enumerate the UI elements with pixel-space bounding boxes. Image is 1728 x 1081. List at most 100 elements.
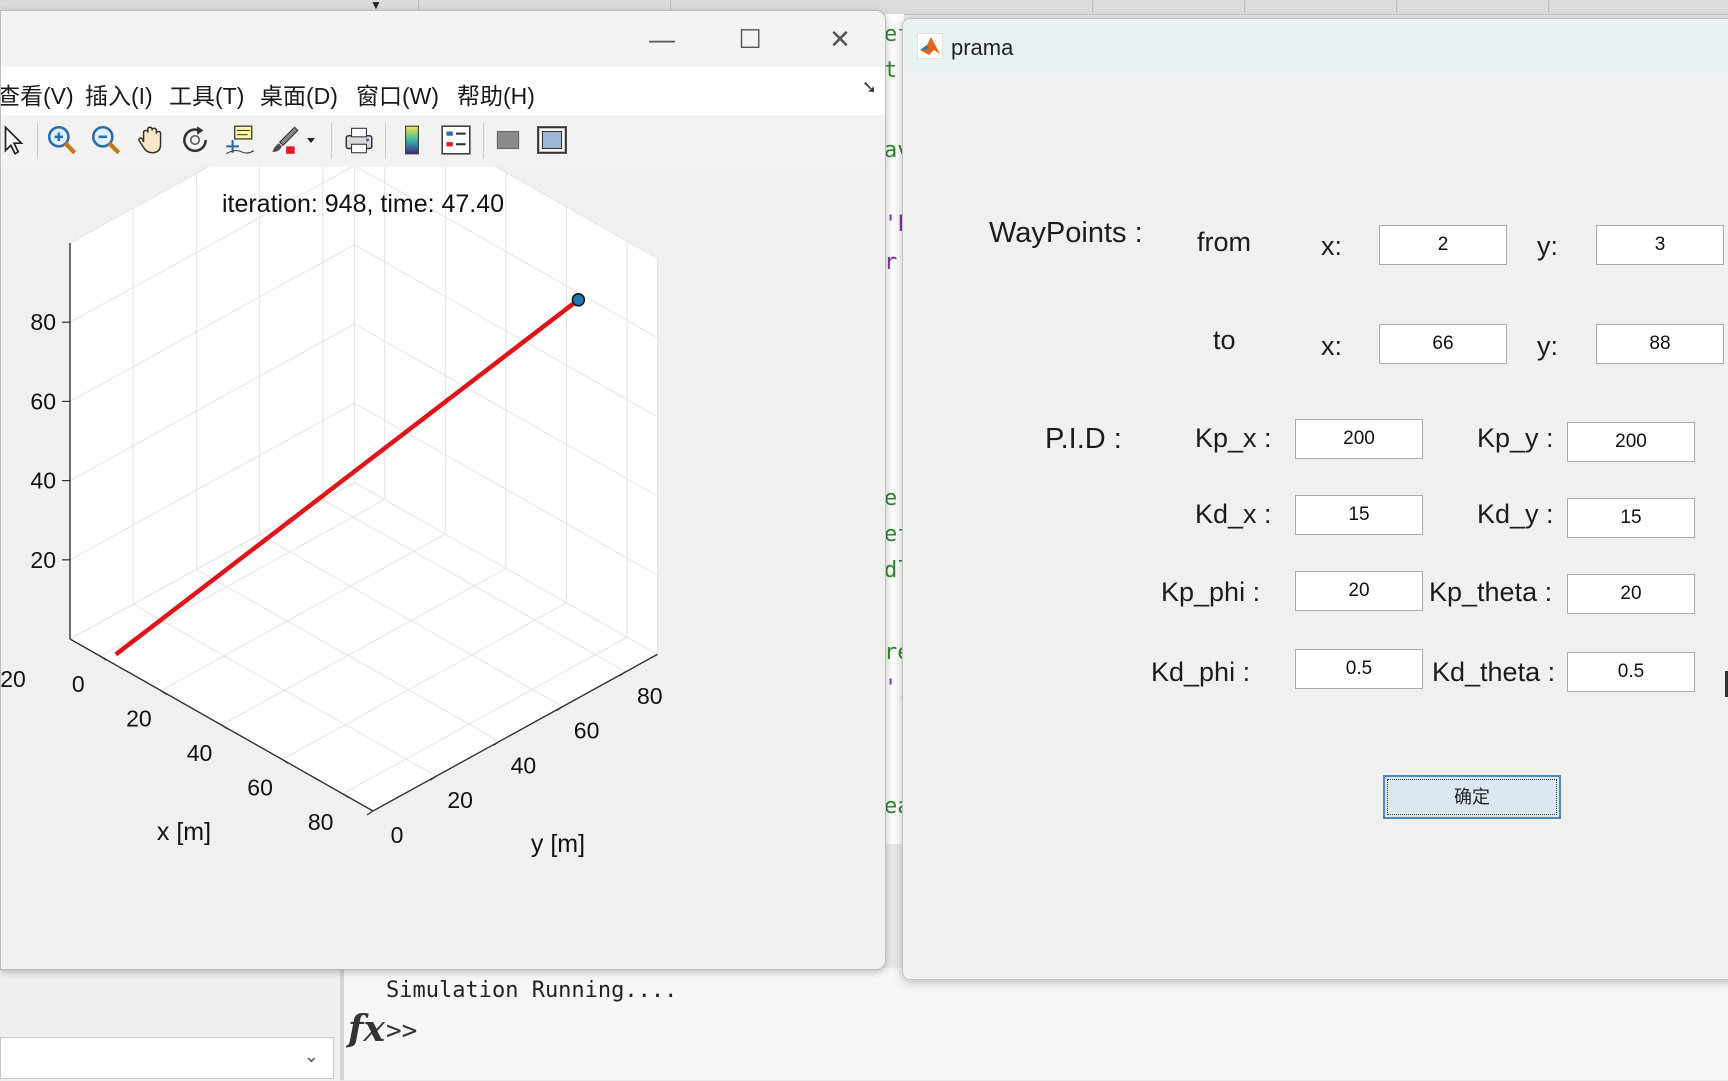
brush-dropdown-icon[interactable]: [303, 121, 319, 159]
kd-y-label: Kd_y :: [1477, 499, 1554, 529]
kp-y-input[interactable]: 200: [1567, 422, 1695, 462]
kp-y-label: Kp_y :: [1477, 423, 1554, 453]
z-tick-label: 40: [30, 468, 56, 494]
code-fragment: av: [884, 138, 904, 163]
from-x-input[interactable]: 2: [1379, 225, 1507, 265]
from-x-label: x:: [1321, 231, 1343, 261]
command-prompt[interactable]: >>: [386, 1016, 417, 1046]
kd-theta-label: Kd_theta :: [1432, 657, 1556, 687]
y-tick-label: 80: [637, 683, 663, 709]
waypoints-label: WayPoints :: [989, 217, 1143, 249]
from-y-label: y:: [1537, 231, 1559, 261]
y-tick-label: 60: [574, 718, 600, 744]
legend-icon[interactable]: [437, 121, 475, 159]
matlab-logo-icon: [917, 33, 943, 59]
from-y-input[interactable]: 3: [1596, 225, 1724, 265]
pid-label: P.I.D :: [1045, 423, 1122, 455]
y-tick-label: 20: [447, 787, 473, 813]
figure-toolbar: [1, 115, 885, 168]
data-cursor-icon[interactable]: [220, 121, 258, 159]
x-axis-label: x [m]: [157, 818, 211, 846]
kp-theta-label: Kp_theta :: [1429, 577, 1553, 607]
print-icon[interactable]: [340, 121, 378, 159]
code-fragment: ',: [884, 676, 904, 701]
x-tick-label: 20: [126, 706, 152, 732]
from-label: from: [1197, 227, 1251, 257]
dialog-title: prama: [951, 35, 1014, 60]
desktop-tab[interactable]: [1094, 0, 1245, 12]
minimize-icon[interactable]: —: [637, 21, 687, 57]
zoom-in-icon[interactable]: [43, 121, 81, 159]
toolbar-separator: [37, 123, 38, 159]
pan-icon[interactable]: [132, 121, 170, 159]
code-fragment: 'F: [884, 212, 904, 237]
toolbar-separator: [385, 123, 386, 159]
x-tick-label: 40: [187, 740, 213, 766]
workspace-selector[interactable]: ⌄: [0, 1037, 334, 1079]
code-fragment: ea: [884, 794, 904, 819]
menu-tools[interactable]: 工具(T): [169, 77, 244, 111]
kp-phi-label: Kp_phi :: [1161, 577, 1261, 607]
menu-desktop[interactable]: 桌面(D): [260, 77, 338, 111]
code-fragment: dl: [884, 558, 904, 583]
x-tick-label: 60: [247, 774, 273, 800]
to-y-input[interactable]: 88: [1596, 324, 1724, 364]
desktop-tab[interactable]: [1246, 0, 1397, 12]
desktop-tab[interactable]: [1550, 0, 1728, 12]
kd-y-input[interactable]: 15: [1567, 498, 1695, 538]
desktop-tab[interactable]: [1398, 0, 1549, 12]
confirm-button[interactable]: 确定: [1383, 775, 1561, 819]
dock-icon[interactable]: ➘: [862, 77, 877, 98]
3d-plot[interactable]: 0 20 40 60 80 20 0 20 40 60 80 20 40 60 80 iteration: …: [1, 85, 885, 969]
kp-theta-input[interactable]: 20: [1567, 574, 1695, 614]
to-label: to: [1213, 325, 1236, 355]
plot-area: 0 20 40 60 80 20 0 20 40 60 80 20 40 60 80 iteration: …: [1, 85, 885, 969]
rotate-3d-icon[interactable]: [176, 121, 214, 159]
z-tick-label: 60: [30, 388, 56, 414]
close-icon[interactable]: ✕: [815, 21, 865, 57]
chart-title: iteration: 948, time: 47.40: [222, 190, 504, 218]
colorbar-icon[interactable]: [393, 121, 431, 159]
menu-insert[interactable]: 插入(I): [85, 77, 153, 111]
kp-phi-input[interactable]: 20: [1295, 571, 1423, 611]
vehicle-marker: [571, 293, 586, 307]
kd-theta-input[interactable]: 0.5: [1567, 652, 1695, 692]
menu-window[interactable]: 窗口(W): [356, 77, 439, 111]
figure-window: — ☐ ✕ 查看(V) 插入(I) 工具(T) 桌面(D) 窗口(W) 帮助(H…: [0, 10, 886, 970]
code-fragment: ef: [884, 522, 904, 547]
prama-titlebar[interactable]: prama: [903, 19, 1728, 75]
hide-plot-tools-icon[interactable]: [489, 121, 527, 159]
kd-phi-input[interactable]: 0.5: [1295, 649, 1423, 689]
chevron-down-icon[interactable]: ⌄: [304, 1046, 319, 1067]
toolbar-separator: [483, 123, 484, 159]
code-fragment: re: [884, 640, 904, 665]
show-plot-tools-icon[interactable]: [533, 121, 571, 159]
maximize-icon[interactable]: ☐: [725, 21, 775, 57]
z-tick-label: 80: [30, 309, 56, 335]
kd-phi-label: Kd_phi :: [1151, 657, 1251, 687]
toolbar-separator: [331, 123, 332, 159]
to-y-label: y:: [1537, 331, 1559, 361]
kd-x-label: Kd_x :: [1195, 499, 1272, 529]
z-tick-label: 20: [30, 547, 56, 573]
arrow-icon[interactable]: [1, 121, 33, 159]
workspace-panel: ⌄: [0, 968, 340, 1081]
x-tick-label: 20: [1, 666, 26, 692]
figure-menubar: 查看(V) 插入(I) 工具(T) 桌面(D) 窗口(W) 帮助(H) ➘: [1, 67, 885, 116]
brush-icon[interactable]: [265, 121, 303, 159]
code-fragment: ef: [884, 22, 904, 47]
x-tick-label: 80: [308, 809, 334, 835]
kp-x-input[interactable]: 200: [1295, 419, 1423, 459]
kd-x-input[interactable]: 15: [1295, 495, 1423, 535]
menu-view[interactable]: 查看(V): [1, 77, 74, 111]
zoom-out-icon[interactable]: [87, 121, 125, 159]
kp-x-label: Kp_x :: [1195, 423, 1272, 453]
fx-icon[interactable]: fx: [348, 1008, 385, 1050]
y-tick-label: 40: [511, 752, 537, 778]
x-tick-label: 0: [72, 671, 85, 697]
menu-help[interactable]: 帮助(H): [457, 77, 535, 111]
figure-titlebar[interactable]: — ☐ ✕: [1, 11, 885, 67]
command-window[interactable]: fx Simulation Running.... >>: [344, 968, 1728, 1080]
to-x-input[interactable]: 66: [1379, 324, 1507, 364]
to-x-label: x:: [1321, 331, 1343, 361]
